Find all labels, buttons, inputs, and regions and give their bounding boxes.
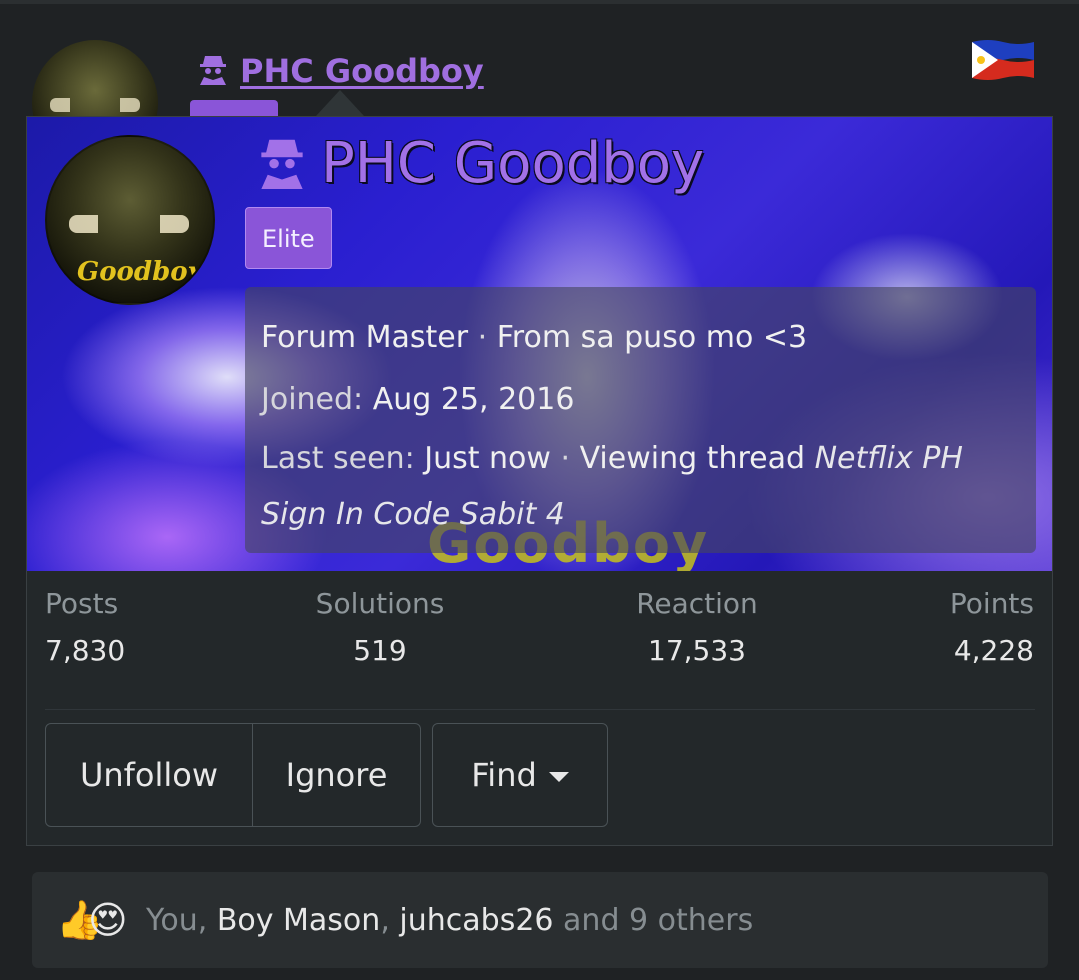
heart-eyes-icon: 😍 xyxy=(88,898,128,942)
joined-line: Joined: Aug 25, 2016 xyxy=(261,369,1020,431)
ignore-button[interactable]: Ignore xyxy=(253,723,421,827)
spy-icon xyxy=(196,52,230,90)
stat-posts[interactable]: Posts 7,830 xyxy=(45,587,125,667)
last-seen-line: Last seen: Just now · Viewing thread Net… xyxy=(261,441,963,532)
member-name[interactable]: PHC Goodboy xyxy=(321,131,704,196)
find-dropdown-button[interactable]: Find xyxy=(432,723,608,827)
post-author-name-link[interactable]: PHC Goodboy xyxy=(240,52,484,90)
member-title-line: Forum Master · From sa puso mo <3 xyxy=(261,320,808,355)
stat-reaction[interactable]: Reaction 17,533 xyxy=(627,587,767,667)
joined-date: Aug 25, 2016 xyxy=(372,382,575,417)
caret-down-icon xyxy=(548,772,569,782)
philippines-flag-icon xyxy=(972,40,1034,80)
stats-divider xyxy=(45,709,1035,710)
member-info-box: Forum Master · From sa puso mo <3 Joined… xyxy=(245,287,1036,553)
unfollow-button[interactable]: Unfollow xyxy=(45,723,253,827)
avatar-text: Goodboy xyxy=(77,257,203,287)
reaction-user-link[interactable]: juhcabs26 xyxy=(399,903,553,938)
reaction-you: You xyxy=(146,902,198,938)
find-label: Find xyxy=(471,756,537,794)
member-actions: Unfollow Ignore Find xyxy=(45,723,608,827)
user-title-badge: Elite xyxy=(245,207,332,269)
profile-banner: Goodboy Goodboy PHC Goodboy Elite Forum … xyxy=(27,117,1052,571)
viewing-label: Viewing thread xyxy=(579,441,806,476)
member-tooltip-card: Goodboy Goodboy PHC Goodboy Elite Forum … xyxy=(26,116,1053,846)
last-seen-label: Last seen: xyxy=(261,441,415,476)
spy-icon xyxy=(255,133,309,195)
stat-solutions[interactable]: Solutions 519 xyxy=(315,587,445,667)
joined-label: Joined: xyxy=(261,382,364,417)
member-name-row: PHC Goodboy xyxy=(255,131,704,196)
from-label: From xyxy=(496,320,572,355)
last-seen-value: Just now xyxy=(424,441,551,476)
member-stats: Posts 7,830 Solutions 519 Reaction 17,53… xyxy=(27,587,1052,707)
reaction-icons: 👍 😍 xyxy=(56,895,142,945)
reaction-user-link[interactable]: Boy Mason xyxy=(217,903,381,938)
member-avatar[interactable]: Goodboy xyxy=(45,135,215,305)
reactions-bar[interactable]: 👍 😍 You, Boy Mason, juhcabs26 and 9 othe… xyxy=(32,872,1048,968)
stat-points[interactable]: Points 4,228 xyxy=(950,587,1034,667)
member-title: Forum Master xyxy=(261,320,469,355)
post-author: PHC Goodboy xyxy=(196,52,484,90)
member-location: sa puso mo <3 xyxy=(580,320,808,355)
reaction-others-link[interactable]: and 9 others xyxy=(563,903,753,938)
tooltip-pointer xyxy=(316,90,364,116)
